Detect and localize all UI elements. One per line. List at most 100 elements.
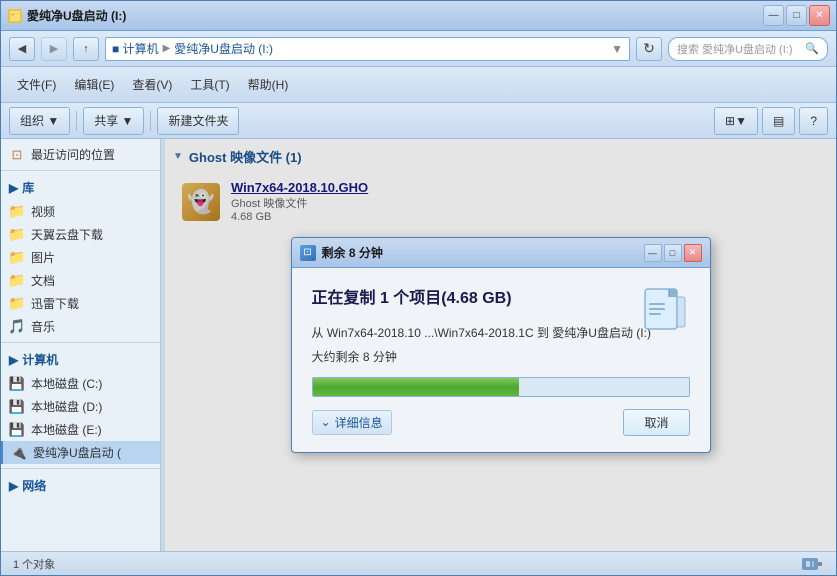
dialog-from-text: 从 Win7x64-2018.10 ...\Win7x64-2018.1C 到 …: [312, 324, 690, 343]
new-folder-button[interactable]: 新建文件夹: [157, 107, 239, 135]
sidebar: ⊡ 最近访问的位置 ▶ 库 📁 视频 📁 天翼云盘下载 📁 图片 📁: [1, 139, 161, 551]
address-bar: ◀ ▶ ↑ ■ 计算机 ▶ 愛纯净U盘启动 (I:) ▼ ↻ 搜索 愛纯净U盘启…: [1, 31, 836, 67]
menu-view[interactable]: 查看(V): [124, 72, 180, 97]
dialog-title-bar: ⊡ 剩余 8 分钟 — □ ✕: [292, 238, 710, 268]
close-button[interactable]: ✕: [809, 5, 830, 26]
sidebar-network-label: 网络: [22, 477, 46, 494]
dialog-controls: — □ ✕: [644, 244, 702, 262]
preview-pane-button[interactable]: ▤: [762, 107, 795, 135]
svg-text:📁: 📁: [10, 12, 20, 21]
window-controls: — □ ✕: [763, 5, 830, 26]
sidebar-drive-c-label: 本地磁盘 (C:): [31, 375, 102, 392]
path-computer[interactable]: ■ 计算机: [112, 40, 159, 57]
computer-arrow: ▶: [9, 353, 18, 367]
search-box[interactable]: 搜索 愛纯净U盘启动 (I:) 🔍: [668, 37, 828, 61]
sidebar-music-label: 音乐: [31, 318, 55, 335]
dialog-overlay: ⊡ 剩余 8 分钟 — □ ✕ 正在复制 1 个项目(4.68 GB): [165, 139, 836, 551]
dialog-header-area: 正在复制 1 个项目(4.68 GB): [312, 284, 690, 308]
sidebar-tianyi-label: 天翼云盘下载: [31, 226, 103, 243]
dialog-maximize-button[interactable]: □: [664, 244, 682, 262]
help-button[interactable]: ?: [799, 107, 828, 135]
sidebar-computer-group: ▶ 计算机: [1, 347, 160, 372]
progress-container: [312, 377, 690, 397]
dialog-title-text: 剩余 8 分钟: [322, 244, 383, 261]
sidebar-video-label: 视频: [31, 203, 55, 220]
sidebar-item-video[interactable]: 📁 视频: [1, 200, 160, 223]
folder-icon-music: 🎵: [9, 319, 25, 335]
organize-button[interactable]: 组织 ▼: [9, 107, 70, 135]
sidebar-drive-d-label: 本地磁盘 (D:): [31, 398, 102, 415]
sidebar-item-drive-c[interactable]: 💾 本地磁盘 (C:): [1, 372, 160, 395]
status-bar-right: [800, 554, 824, 574]
details-label: 详细信息: [335, 414, 383, 431]
separator-1: [76, 111, 77, 131]
title-bar: 📁 愛纯净U盘启动 (I:) — □ ✕: [1, 1, 836, 31]
dialog-header-text: 正在复制 1 个项目(4.68 GB): [312, 284, 690, 308]
sidebar-item-recent[interactable]: ⊡ 最近访问的位置: [1, 143, 160, 166]
address-path[interactable]: ■ 计算机 ▶ 愛纯净U盘启动 (I:) ▼: [105, 37, 630, 61]
usb-drive-status-icon: [800, 554, 824, 574]
dialog-title-left: ⊡ 剩余 8 分钟: [300, 244, 383, 261]
sidebar-item-drive-d[interactable]: 💾 本地磁盘 (D:): [1, 395, 160, 418]
folder-icon-xunlei: 📁: [9, 296, 25, 312]
dialog-minimize-button[interactable]: —: [644, 244, 662, 262]
folder-icon-documents: 📁: [9, 273, 25, 289]
sidebar-item-usb[interactable]: 🔌 愛纯净U盘启动 (: [1, 441, 160, 464]
usb-icon: 🔌: [11, 445, 27, 461]
drive-icon-e: 💾: [9, 422, 25, 438]
dialog-footer: ⌄ 详细信息 取消: [312, 409, 690, 436]
details-chevron-icon: ⌄: [321, 415, 331, 429]
folder-icon-pictures: 📁: [9, 250, 25, 266]
refresh-button[interactable]: ↻: [636, 37, 662, 61]
sidebar-item-drive-e[interactable]: 💾 本地磁盘 (E:): [1, 418, 160, 441]
toolbar-right: ⊞▼ ▤ ?: [714, 107, 828, 135]
sidebar-network-group: ▶ 网络: [1, 473, 160, 498]
status-bar: 1 个对象: [1, 551, 836, 575]
sidebar-divider-2: [1, 342, 160, 343]
menu-tools[interactable]: 工具(T): [182, 72, 237, 97]
recent-icon: ⊡: [9, 147, 25, 163]
minimize-button[interactable]: —: [763, 5, 784, 26]
forward-button[interactable]: ▶: [41, 37, 67, 61]
maximize-button[interactable]: □: [786, 5, 807, 26]
cancel-button[interactable]: 取消: [623, 409, 689, 436]
drive-icon-d: 💾: [9, 399, 25, 415]
sidebar-item-pictures[interactable]: 📁 图片: [1, 246, 160, 269]
menu-help[interactable]: 帮助(H): [240, 72, 297, 97]
drive-icon-c: 💾: [9, 376, 25, 392]
main-content: ⊡ 最近访问的位置 ▶ 库 📁 视频 📁 天翼云盘下载 📁 图片 📁: [1, 139, 836, 551]
dialog-remaining-text: 大约剩余 8 分钟: [312, 348, 690, 367]
back-button[interactable]: ◀: [9, 37, 35, 61]
sidebar-pictures-label: 图片: [31, 249, 55, 266]
sidebar-xunlei-label: 迅雷下载: [31, 295, 79, 312]
up-button[interactable]: ↑: [73, 37, 99, 61]
sidebar-divider-3: [1, 468, 160, 469]
window-title: 愛纯净U盘启动 (I:): [27, 7, 126, 24]
sidebar-divider-1: [1, 170, 160, 171]
file-animation-icon: [640, 284, 690, 334]
sidebar-item-tianyi[interactable]: 📁 天翼云盘下载: [1, 223, 160, 246]
details-toggle-button[interactable]: ⌄ 详细信息: [312, 410, 392, 435]
dialog-close-button[interactable]: ✕: [684, 244, 702, 262]
sidebar-drive-e-label: 本地磁盘 (E:): [31, 421, 102, 438]
sidebar-item-music[interactable]: 🎵 音乐: [1, 315, 160, 338]
search-placeholder: 搜索 愛纯净U盘启动 (I:): [677, 41, 793, 57]
sidebar-item-documents[interactable]: 📁 文档: [1, 269, 160, 292]
progress-fill: [313, 378, 520, 396]
sidebar-library-group: ▶ 库: [1, 175, 160, 200]
path-dropdown-icon[interactable]: ▼: [611, 42, 623, 56]
explorer-window: 📁 愛纯净U盘启动 (I:) — □ ✕ ◀ ▶ ↑ ■ 计算机 ▶ 愛纯净U盘…: [0, 0, 837, 576]
action-toolbar: 组织 ▼ 共享 ▼ 新建文件夹 ⊞▼ ▤ ?: [1, 103, 836, 139]
share-button[interactable]: 共享 ▼: [83, 107, 144, 135]
progress-track: [312, 377, 690, 397]
sidebar-recent-label: 最近访问的位置: [31, 146, 115, 163]
view-options-button[interactable]: ⊞▼: [714, 107, 758, 135]
search-icon: 🔍: [805, 42, 819, 55]
menu-edit[interactable]: 编辑(E): [66, 72, 122, 97]
sidebar-item-xunlei[interactable]: 📁 迅雷下载: [1, 292, 160, 315]
path-drive[interactable]: 愛纯净U盘启动 (I:): [174, 40, 273, 57]
network-arrow: ▶: [9, 479, 18, 493]
sidebar-library-label: 库: [22, 179, 34, 196]
menu-file[interactable]: 文件(F): [9, 72, 64, 97]
status-count: 1 个对象: [13, 556, 55, 572]
